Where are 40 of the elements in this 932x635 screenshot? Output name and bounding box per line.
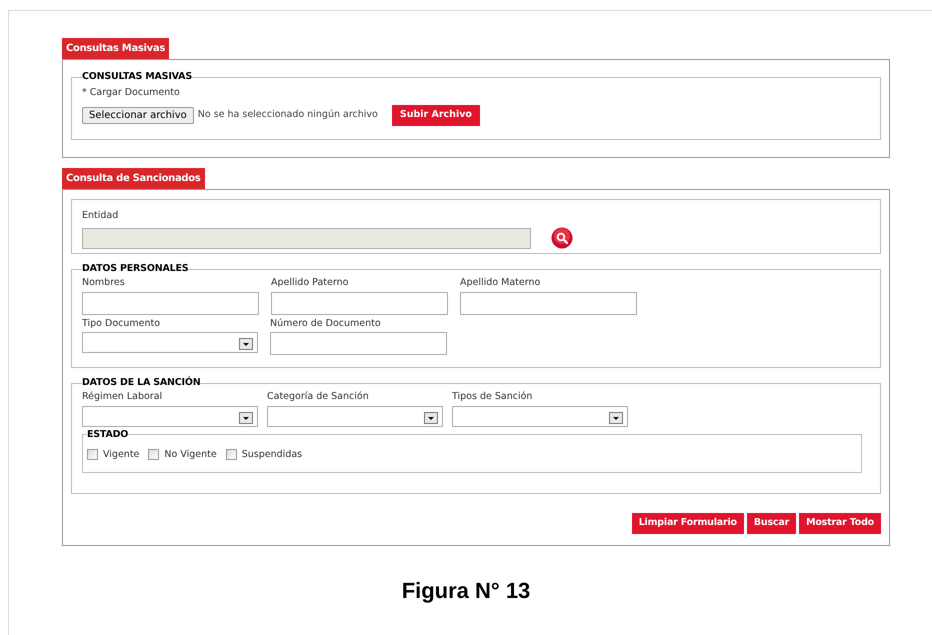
checkbox-label: No Vigente bbox=[164, 448, 217, 462]
file-status: No se ha seleccionado ningún archivo bbox=[198, 108, 378, 122]
text-field[interactable] bbox=[271, 292, 448, 314]
field-label: Tipo Documento bbox=[82, 316, 162, 330]
dropdown-icon[interactable] bbox=[424, 412, 438, 424]
upload-button[interactable]: Subir Archivo bbox=[392, 104, 480, 126]
field-label: * Cargar Documento bbox=[82, 86, 181, 100]
checkbox[interactable] bbox=[226, 449, 237, 460]
field-label: Entidad bbox=[82, 209, 120, 223]
field-label: Nombres bbox=[82, 276, 126, 290]
file-button[interactable]: Seleccionar archivo bbox=[82, 106, 194, 124]
select-field[interactable] bbox=[82, 332, 258, 353]
fieldset-legend: ESTADO bbox=[87, 428, 128, 442]
checkbox[interactable] bbox=[87, 449, 98, 460]
fieldset-legend: DATOS DE LA SANCIÓN bbox=[82, 376, 200, 390]
select-field[interactable] bbox=[452, 406, 628, 426]
dropdown-icon[interactable] bbox=[609, 412, 623, 424]
search-icon[interactable] bbox=[551, 227, 573, 250]
field-label: Apellido Paterno bbox=[271, 276, 350, 290]
field-label: Categoría de Sanción bbox=[267, 390, 370, 404]
fieldset-legend: DATOS PERSONALES bbox=[82, 262, 188, 276]
action-button[interactable]: Buscar bbox=[746, 513, 796, 534]
select-field[interactable] bbox=[82, 406, 258, 426]
field-label: Número de Documento bbox=[270, 316, 382, 330]
fieldset-legend: CONSULTAS MASIVAS bbox=[82, 70, 192, 84]
field-label: Régimen Laboral bbox=[82, 390, 164, 404]
checkbox-label: Suspendidas bbox=[242, 448, 302, 462]
checkbox[interactable] bbox=[148, 449, 160, 460]
action-button[interactable]: Limpiar Formulario bbox=[632, 513, 744, 534]
field-label: Tipos de Sanción bbox=[452, 390, 534, 404]
dropdown-icon[interactable] bbox=[239, 412, 253, 424]
checkbox-label: Vigente bbox=[103, 448, 140, 462]
figure-caption: Figura N° 13 bbox=[402, 577, 530, 605]
action-button[interactable]: Mostrar Todo bbox=[799, 513, 881, 534]
text-field[interactable] bbox=[460, 292, 637, 314]
text-field[interactable] bbox=[270, 332, 447, 355]
select-field[interactable] bbox=[267, 406, 443, 426]
field-label: Apellido Materno bbox=[460, 276, 542, 290]
text-field[interactable] bbox=[82, 292, 259, 314]
dropdown-icon[interactable] bbox=[239, 338, 253, 350]
